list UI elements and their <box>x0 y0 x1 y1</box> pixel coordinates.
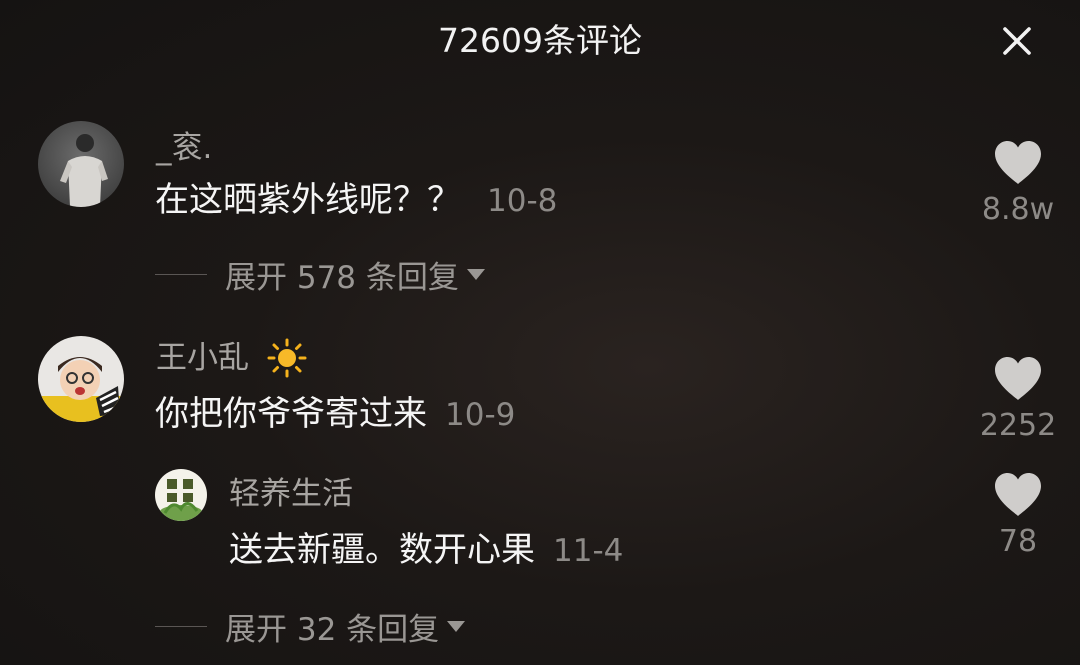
like-button[interactable]: 2252 <box>978 356 1058 446</box>
expand-replies-label: 展开 32 条回复 <box>225 611 440 648</box>
username[interactable]: 王小乱 <box>156 338 249 378</box>
like-count: 8.8w <box>981 192 1055 227</box>
heart-icon <box>995 357 1041 400</box>
expand-replies[interactable]: 展开 32 条回复 <box>155 604 467 648</box>
comment-text: 你把你爷爷寄过来 10-9 <box>155 391 515 438</box>
reply-date: 11-4 <box>553 533 624 569</box>
expand-replies-label: 展开 578 条回复 <box>225 259 459 296</box>
triangle-down-icon <box>466 269 485 280</box>
username[interactable]: _衮. <box>156 128 212 168</box>
reply-username[interactable]: 轻养生活 <box>229 474 353 514</box>
divider-line <box>155 273 207 275</box>
comment-text: 在这晒紫外线呢？？ 10-8 <box>155 177 557 224</box>
like-button[interactable]: 78 <box>978 472 1058 562</box>
avatar[interactable] <box>38 121 124 207</box>
comment-body: 你把你爷爷寄过来 <box>155 394 427 434</box>
avatar[interactable] <box>38 336 124 422</box>
sun-icon <box>267 338 307 378</box>
avatar[interactable] <box>155 469 207 521</box>
divider-line <box>155 625 207 627</box>
comment-body: 在这晒紫外线呢？？ <box>155 180 461 220</box>
like-count: 78 <box>998 524 1038 559</box>
comment-count-title: 72609条评论 <box>438 21 642 60</box>
like-button[interactable]: 8.8w <box>978 140 1058 230</box>
triangle-down-icon <box>447 621 466 632</box>
close-button[interactable] <box>996 20 1038 62</box>
comment-date: 10-9 <box>445 397 516 433</box>
comment-date: 10-8 <box>487 183 558 219</box>
reply-text: 送去新疆。数开心果 11-4 <box>229 527 623 574</box>
close-icon <box>1003 27 1031 55</box>
like-count: 2252 <box>979 408 1057 443</box>
expand-replies[interactable]: 展开 578 条回复 <box>155 252 487 296</box>
heart-icon <box>995 141 1041 184</box>
heart-icon <box>995 473 1041 516</box>
reply-body: 送去新疆。数开心果 <box>229 530 535 570</box>
